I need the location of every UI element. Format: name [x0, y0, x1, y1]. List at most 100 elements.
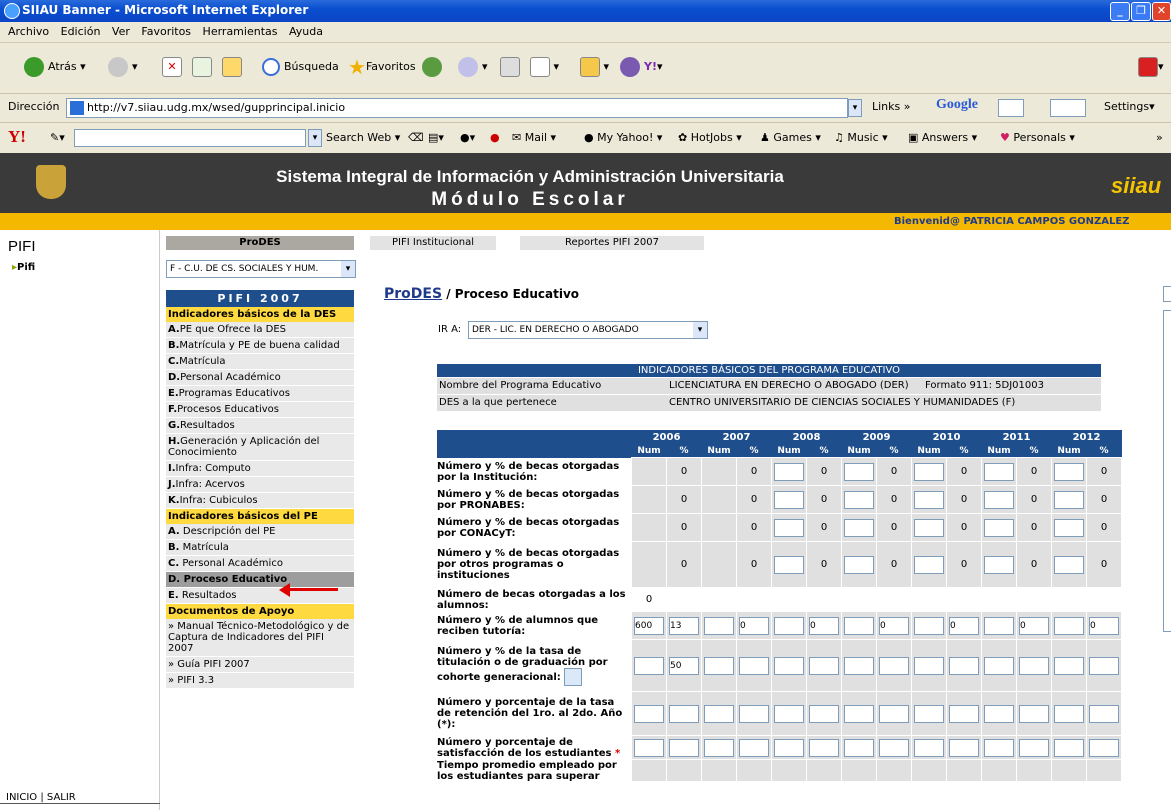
nav-item-des-h[interactable]: H.Generación y Aplicación del Conocimien… — [166, 434, 354, 461]
num-input[interactable] — [1054, 490, 1084, 509]
num-input[interactable] — [914, 490, 944, 509]
nav-item-des-d[interactable]: D.Personal Académico — [166, 370, 354, 386]
num-input[interactable] — [774, 518, 804, 537]
num-input[interactable] — [704, 738, 734, 757]
num-input[interactable] — [704, 656, 734, 675]
num-input[interactable] — [774, 738, 804, 757]
games-button[interactable]: ♟ Games ▾ — [760, 131, 821, 144]
num-input[interactable] — [984, 462, 1014, 481]
left-menu-item-pifi[interactable]: ▸Pifi — [12, 262, 35, 273]
num-input[interactable] — [704, 704, 734, 723]
inicio-salir-link[interactable]: INICIO | SALIR — [6, 792, 76, 803]
num-input[interactable] — [914, 462, 944, 481]
forward-button[interactable]: ▾ — [108, 55, 138, 79]
doc-link-pifi33[interactable]: » PIFI 3.3 — [166, 673, 354, 689]
num-input[interactable] — [984, 656, 1014, 675]
num-input[interactable] — [984, 738, 1014, 757]
doc-link-guia[interactable]: » Guía PIFI 2007 — [166, 657, 354, 673]
pct-input[interactable] — [739, 738, 769, 757]
yahoo-mail-button[interactable]: ✉ Mail ▾ — [512, 131, 556, 144]
address-dropdown-button[interactable]: ▾ — [848, 99, 862, 117]
pct-input[interactable] — [949, 704, 979, 723]
num-input[interactable] — [774, 616, 804, 635]
num-input[interactable] — [914, 738, 944, 757]
num-input[interactable] — [774, 490, 804, 509]
pct-input[interactable]: 13 — [669, 616, 699, 635]
num-input[interactable] — [844, 616, 874, 635]
menu-archivo[interactable]: Archivo — [8, 22, 49, 42]
num-input[interactable] — [634, 738, 664, 757]
bookmark-icon[interactable]: ▤▾ — [428, 131, 444, 144]
antispy-icon[interactable]: ●▾ — [460, 131, 475, 144]
num-input[interactable] — [984, 518, 1014, 537]
mail-button[interactable]: ▾ — [458, 55, 488, 79]
history-button[interactable] — [422, 55, 446, 79]
home-button[interactable] — [222, 55, 242, 79]
num-input[interactable] — [774, 704, 804, 723]
answers-button[interactable]: ▣ Answers ▾ — [908, 131, 977, 144]
num-input[interactable] — [704, 616, 734, 635]
pct-input[interactable] — [1019, 704, 1049, 723]
nav-item-des-g[interactable]: G.Resultados — [166, 418, 354, 434]
num-input[interactable] — [844, 704, 874, 723]
pct-input[interactable] — [879, 738, 909, 757]
num-input[interactable] — [984, 704, 1014, 723]
pct-input[interactable]: 0 — [1019, 616, 1049, 635]
pct-input[interactable]: 0 — [809, 616, 839, 635]
num-input[interactable] — [774, 555, 804, 574]
settings-button[interactable]: Settings▾ — [1104, 100, 1155, 113]
pct-input[interactable] — [809, 738, 839, 757]
search-button[interactable]: Búsqueda — [262, 55, 339, 79]
personals-button[interactable]: ♥ Personals ▾ — [1000, 131, 1075, 144]
chevron-down-icon[interactable]: ▾ — [341, 261, 355, 277]
num-input[interactable] — [1054, 518, 1084, 537]
pct-input[interactable] — [669, 738, 699, 757]
pencil-icon[interactable]: ✎▾ — [50, 131, 65, 144]
chevron-down-icon[interactable]: ▾ — [693, 322, 707, 338]
yahoo-more-button[interactable]: » — [1156, 131, 1163, 144]
pct-input[interactable]: 0 — [1089, 616, 1119, 635]
pct-input[interactable] — [809, 704, 839, 723]
nav-item-pe-c[interactable]: C. Personal Académico — [166, 556, 354, 572]
num-input[interactable] — [844, 462, 874, 481]
highlight-icon[interactable]: ⌫ — [408, 131, 424, 144]
edit-button[interactable]: ▾ — [530, 55, 559, 79]
yahoo-search-input[interactable] — [74, 129, 306, 147]
tab-reportes-pifi[interactable]: Reportes PIFI 2007 — [520, 236, 704, 250]
yahoo-search-dropdown[interactable]: ▾ — [308, 129, 322, 147]
pct-input[interactable] — [1019, 738, 1049, 757]
num-input[interactable] — [774, 656, 804, 675]
num-input[interactable] — [634, 656, 664, 675]
nav-item-des-c[interactable]: C.Matrícula — [166, 354, 354, 370]
menu-herramientas[interactable]: Herramientas — [203, 22, 278, 42]
breadcrumb-prodes-link[interactable]: ProDES — [384, 286, 442, 302]
nav-item-pe-b[interactable]: B. Matrícula — [166, 540, 354, 556]
doc-link-manual[interactable]: » Manual Técnico-Metodológico y de Captu… — [166, 619, 354, 657]
google-search-input[interactable] — [1050, 99, 1086, 117]
pct-input[interactable] — [1089, 656, 1119, 675]
nav-item-des-f[interactable]: F.Procesos Educativos — [166, 402, 354, 418]
messenger-button[interactable]: Y!▾ — [620, 55, 663, 79]
nav-item-des-i[interactable]: I.Infra: Computo — [166, 461, 354, 477]
num-input[interactable] — [984, 555, 1014, 574]
print-button[interactable] — [500, 55, 520, 79]
num-input[interactable] — [984, 616, 1014, 635]
pct-input[interactable]: 0 — [879, 616, 909, 635]
hotjobs-button[interactable]: ✿ HotJobs ▾ — [678, 131, 742, 144]
pct-input[interactable]: 0 — [739, 616, 769, 635]
pct-input[interactable] — [669, 704, 699, 723]
num-input[interactable] — [1054, 704, 1084, 723]
edit-note-icon[interactable] — [563, 667, 582, 686]
num-input[interactable] — [774, 462, 804, 481]
num-input[interactable] — [914, 518, 944, 537]
pdf-button[interactable]: ▾ — [1138, 55, 1164, 79]
minimize-button[interactable]: _ — [1110, 2, 1130, 21]
num-input[interactable] — [844, 490, 874, 509]
right-collapse-button[interactable] — [1163, 286, 1171, 302]
num-input[interactable] — [844, 518, 874, 537]
stop-button[interactable]: ✕ — [162, 55, 182, 79]
num-input[interactable] — [1054, 738, 1084, 757]
prodes-select[interactable]: F - C.U. DE CS. SOCIALES Y HUM. ▾ — [166, 260, 356, 278]
ira-select[interactable]: DER - LIC. EN DERECHO O ABOGADO ▾ — [468, 321, 708, 339]
nav-item-des-e[interactable]: E.Programas Educativos — [166, 386, 354, 402]
